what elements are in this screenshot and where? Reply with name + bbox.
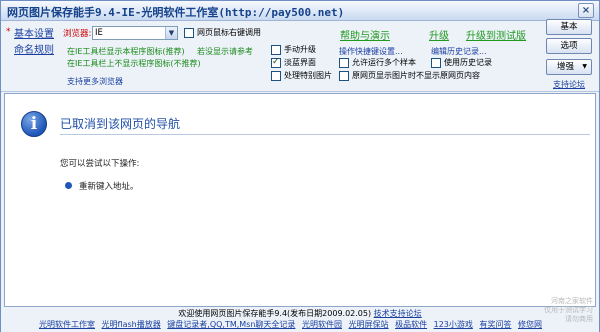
footer-welcome-line: 欢迎使用网页图片保存能手9.4(发布日期2009.02.05) 技术支持论坛 [1,308,599,319]
watermark-line: 请勿商用 [565,315,593,323]
footer-link[interactable]: 修您网 [518,320,542,329]
basic-settings-link[interactable]: 基本设置 [14,25,54,40]
options-button[interactable]: 选项 [546,38,592,54]
shortcut-settings-link[interactable]: 操作快捷键设置... [339,46,403,57]
footer-links: 光明软件工作室 光明flash播放器 键盘记录者,QQ,TM,Msn聊天全记录 … [39,319,546,330]
watermark: 河南之家软件 仅用于测试学习 请勿商用 [544,297,593,324]
tech-forum-link[interactable]: 技术支持论坛 [374,309,422,318]
title-bar: 网页图片保存能手9.4-IE-光明软件工作室(http://pay500.net… [1,1,599,21]
light-blue-ui-checkbox[interactable]: 淡蓝界面 [271,57,316,68]
reference-link[interactable]: 若没显示请参考 [197,46,253,57]
watermark-line: 仅用于测试学习 [544,306,593,314]
retype-address-action: 重新键入地址。 [79,182,139,192]
footer-link[interactable]: 光明软件工作室 [39,320,95,329]
show-icon-link[interactable]: 在IE工具栏显示本程序图标(推荐) [67,46,185,57]
window-title: 网页图片保存能手9.4-IE-光明软件工作室(http://pay500.net… [7,6,345,19]
suggestion-text: 您可以尝试以下操作: [60,159,140,169]
navigation-cancelled-title: 已取消到该网页的导航 [60,117,181,131]
hide-page-content-checkbox[interactable]: 原网页显示图片时不显示原网页内容 [339,70,480,81]
manual-upgrade-checkbox[interactable]: 手动升级 [271,44,316,55]
browser-select-value: IE [95,28,103,38]
footer-link[interactable]: 123小游戏 [434,320,473,329]
special-images-checkbox[interactable]: 处理特别图片 [271,70,332,81]
support-forum-link[interactable]: 支持论坛 [553,79,585,90]
checkbox-label: 手动升级 [284,45,316,54]
checkbox-label: 淡蓝界面 [284,58,316,67]
more-browsers-link[interactable]: 支持更多浏览器 [67,76,123,87]
footer-link[interactable]: 光明flash播放器 [102,320,161,329]
footer-link[interactable]: 极品软件 [395,320,427,329]
footer-link[interactable]: 键盘记录者,QQ,TM,Msn聊天全记录 [167,320,295,329]
right-click-checkbox[interactable]: 网页鼠标右键调用 [184,27,261,38]
use-history-checkbox[interactable]: 使用历史记录 [431,57,492,68]
help-demo-link[interactable]: 帮助与演示 [340,27,390,42]
enhance-button[interactable]: 增强 ▼ [546,59,592,75]
basic-button[interactable]: 基本 [546,19,592,35]
close-button[interactable]: × [578,3,594,18]
checkbox-box[interactable] [271,70,281,81]
hide-icon-link[interactable]: 在IE工具栏上不显示程序图标(不推荐) [67,58,201,69]
checkbox-box[interactable] [339,57,349,68]
checkbox-label: 原网页显示图片时不显示原网页内容 [352,71,480,80]
browser-label: 浏览器: [63,29,92,39]
browser-content: i 已取消到该网页的导航 您可以尝试以下操作: 重新键入地址。 [4,93,596,307]
divider [60,134,590,135]
checkbox-box[interactable] [271,44,281,55]
bullet-icon [65,182,72,189]
checkbox-box-checked[interactable] [271,57,281,68]
chevron-down-icon[interactable]: ▼ [165,27,177,39]
info-icon: i [21,111,47,137]
chevron-down-icon: ▼ [582,63,587,70]
bullet-marker: * [6,27,11,37]
upgrade-link[interactable]: 升级 [429,27,449,42]
checkbox-box[interactable] [339,70,349,81]
footer-link[interactable]: 光明屏保站 [349,320,389,329]
footer: 欢迎使用网页图片保存能手9.4(发布日期2009.02.05) 技术支持论坛 光… [1,307,599,332]
checkbox-box[interactable] [431,57,441,68]
checkbox-box[interactable] [184,27,194,38]
right-click-label: 网页鼠标右键调用 [197,28,261,37]
welcome-text: 欢迎使用网页图片保存能手9.4(发布日期2009.02.05) [178,309,372,318]
checkbox-label: 处理特别图片 [284,71,332,80]
footer-link[interactable]: 有奖问答 [479,320,511,329]
multi-instance-checkbox[interactable]: 允许运行多个样本 [339,57,416,68]
watermark-line: 河南之家软件 [551,297,593,305]
enhance-label: 增强 [557,62,575,72]
checkbox-label: 允许运行多个样本 [352,58,416,67]
edit-history-link[interactable]: 编辑历史记录... [431,46,487,57]
toolbar: * 基本设置 命名规则 浏览器: IE ▼ 网页鼠标右键调用 在IE工具栏显示本… [1,19,599,92]
footer-link[interactable]: 光明软件园 [302,320,342,329]
browser-select[interactable]: IE ▼ [92,26,178,40]
checkbox-label: 使用历史记录 [444,58,492,67]
upgrade-test-link[interactable]: 升级到测试版 [466,27,526,42]
naming-rules-link[interactable]: 命名规则 [14,41,54,56]
app-window: 网页图片保存能手9.4-IE-光明软件工作室(http://pay500.net… [0,0,600,332]
